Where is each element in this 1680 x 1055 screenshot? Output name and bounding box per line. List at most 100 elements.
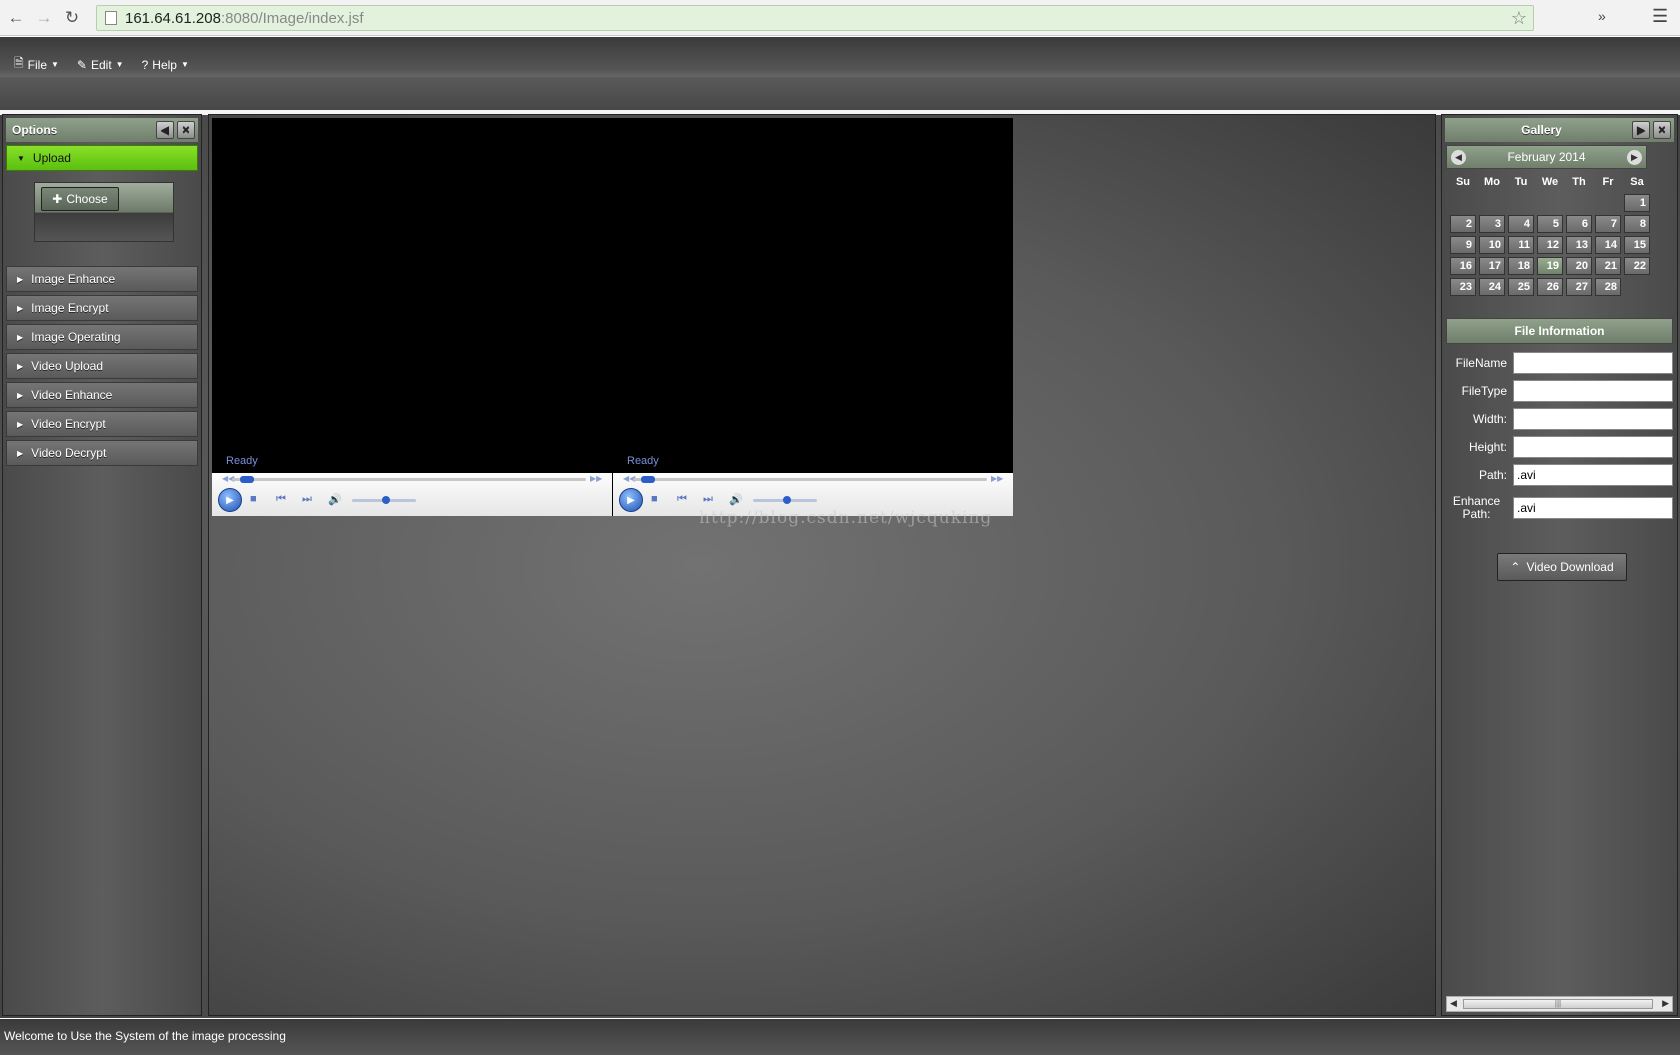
status-footer: Welcome to Use the System of the image p…: [0, 1019, 1680, 1055]
next-month-icon[interactable]: ▶: [1626, 149, 1642, 165]
back-arrow-icon[interactable]: ←: [4, 6, 28, 30]
scroll-left-icon[interactable]: ◀: [1450, 998, 1457, 1009]
calendar-day[interactable]: 11: [1508, 236, 1534, 254]
video-download-button[interactable]: ⌃ Video Download: [1497, 553, 1627, 581]
document-icon: 🗎: [14, 56, 24, 70]
path-row: Path:: [1446, 464, 1673, 486]
accordion-video-upload[interactable]: ▶ Video Upload: [6, 353, 198, 379]
calendar-day[interactable]: 21: [1595, 257, 1621, 275]
caret-down-icon: ▼: [51, 60, 59, 69]
accordion-video-enhance[interactable]: ▶ Video Enhance: [6, 382, 198, 408]
browser-menu-icon[interactable]: ☰: [1652, 6, 1668, 27]
menu-file[interactable]: 🗎 File ▼: [14, 54, 59, 75]
seek-handle[interactable]: [641, 476, 655, 483]
path-input[interactable]: [1513, 464, 1673, 486]
address-bar[interactable]: 161.64.61.208:8080/Image/index.jsf ☆: [96, 5, 1534, 31]
scroll-thumb[interactable]: |||: [1463, 999, 1653, 1009]
accordion-image-encrypt[interactable]: ▶ Image Encrypt: [6, 295, 198, 321]
calendar-day[interactable]: 24: [1479, 278, 1505, 296]
calendar-empty-cell: [1537, 194, 1563, 212]
next-icon[interactable]: ⏭: [302, 493, 312, 506]
stop-icon[interactable]: ■: [250, 493, 257, 505]
seek-bar[interactable]: [232, 476, 586, 483]
calendar-day[interactable]: 3: [1479, 215, 1505, 233]
reload-icon[interactable]: ↻: [60, 6, 84, 30]
menu-help[interactable]: ? Help ▼: [142, 54, 189, 75]
accordion-image-operating[interactable]: ▶ Image Operating: [6, 324, 198, 350]
bookmark-star-icon[interactable]: ☆: [1511, 8, 1527, 29]
play-button[interactable]: ▶: [218, 488, 242, 512]
previous-icon[interactable]: ⏮: [276, 493, 286, 506]
calendar-day[interactable]: 15: [1624, 236, 1650, 254]
chevron-up-icon: ⌃: [1510, 560, 1521, 574]
horizontal-scrollbar[interactable]: ◀ ||| ▶: [1446, 996, 1673, 1012]
calendar-grid: Su Mo Tu We Th Fr Sa 1 2 3 4 5 6 7 8 9 10 11 12 13 14 15 16 17 1…: [1450, 173, 1677, 296]
play-button[interactable]: ▶: [619, 488, 643, 512]
volume-handle[interactable]: [783, 496, 791, 504]
calendar-day[interactable]: 12: [1537, 236, 1563, 254]
calendar-day[interactable]: 8: [1624, 215, 1650, 233]
volume-slider[interactable]: [753, 496, 817, 504]
triangle-right-icon: ▶: [17, 419, 24, 429]
seek-bar[interactable]: [633, 476, 987, 483]
calendar-day[interactable]: 9: [1450, 236, 1476, 254]
accordion-video-decrypt[interactable]: ▶ Video Decrypt: [6, 440, 198, 466]
volume-slider[interactable]: [352, 496, 416, 504]
filetype-input[interactable]: [1513, 380, 1673, 402]
volume-icon[interactable]: 🔊: [729, 493, 743, 506]
expand-right-icon[interactable]: ▶: [1632, 121, 1650, 139]
menu-edit[interactable]: ✎ Edit ▼: [77, 54, 124, 75]
calendar-day[interactable]: 17: [1479, 257, 1505, 275]
calendar-day[interactable]: 7: [1595, 215, 1621, 233]
seek-handle[interactable]: [240, 476, 254, 483]
next-icon[interactable]: ⏭: [703, 493, 713, 506]
calendar-day[interactable]: 20: [1566, 257, 1592, 275]
calendar-day[interactable]: 22: [1624, 257, 1650, 275]
volume-handle[interactable]: [382, 496, 390, 504]
close-icon[interactable]: ✕: [177, 121, 195, 139]
height-label: Height:: [1468, 439, 1507, 454]
play-icon: ▶: [627, 494, 635, 506]
calendar-day[interactable]: 19: [1537, 257, 1563, 275]
path-label: Path:: [1478, 467, 1507, 482]
calendar-day[interactable]: 27: [1566, 278, 1592, 296]
triangle-right-icon: ▶: [17, 274, 24, 284]
height-input[interactable]: [1513, 436, 1673, 458]
url-host: 161.64.61.208: [125, 9, 221, 27]
forward-arrow-icon[interactable]: →: [32, 6, 56, 30]
calendar-day[interactable]: 16: [1450, 257, 1476, 275]
close-icon[interactable]: ✕: [1653, 121, 1671, 139]
calendar-day[interactable]: 4: [1508, 215, 1534, 233]
volume-icon[interactable]: 🔊: [328, 493, 342, 506]
filename-input[interactable]: [1513, 352, 1673, 374]
calendar-day[interactable]: 6: [1566, 215, 1592, 233]
collapse-left-icon[interactable]: ◀: [156, 121, 174, 139]
calendar-day[interactable]: 28: [1595, 278, 1621, 296]
day-of-week: Fr: [1602, 176, 1614, 188]
prev-month-icon[interactable]: ◀: [1451, 149, 1466, 165]
calendar-empty-cell: [1595, 194, 1621, 212]
choose-button[interactable]: ✚ Choose: [41, 187, 119, 211]
caret-down-icon: ▼: [115, 60, 124, 69]
calendar-day[interactable]: 5: [1537, 215, 1563, 233]
calendar-day[interactable]: 2: [1450, 215, 1476, 233]
menubar-lower-band: [0, 77, 1680, 110]
enhance-path-input[interactable]: [1513, 497, 1673, 519]
calendar-day[interactable]: 1: [1624, 194, 1650, 212]
accordion-video-encrypt[interactable]: ▶ Video Encrypt: [6, 411, 198, 437]
extensions-chevron-icon[interactable]: »: [1598, 8, 1606, 24]
calendar-day[interactable]: 25: [1508, 278, 1534, 296]
scroll-right-icon[interactable]: ▶: [1662, 998, 1669, 1009]
stop-icon[interactable]: ■: [651, 493, 658, 505]
calendar-day[interactable]: 14: [1595, 236, 1621, 254]
calendar-day[interactable]: 26: [1537, 278, 1563, 296]
calendar-day[interactable]: 18: [1508, 257, 1534, 275]
calendar-day[interactable]: 10: [1479, 236, 1505, 254]
width-input[interactable]: [1513, 408, 1673, 430]
player-status: Ready: [226, 455, 258, 467]
accordion-image-enhance[interactable]: ▶ Image Enhance: [6, 266, 198, 292]
accordion-upload[interactable]: ▼ Upload: [6, 145, 198, 171]
calendar-day[interactable]: 23: [1450, 278, 1476, 296]
calendar-day[interactable]: 13: [1566, 236, 1592, 254]
previous-icon[interactable]: ⏮: [677, 493, 687, 506]
